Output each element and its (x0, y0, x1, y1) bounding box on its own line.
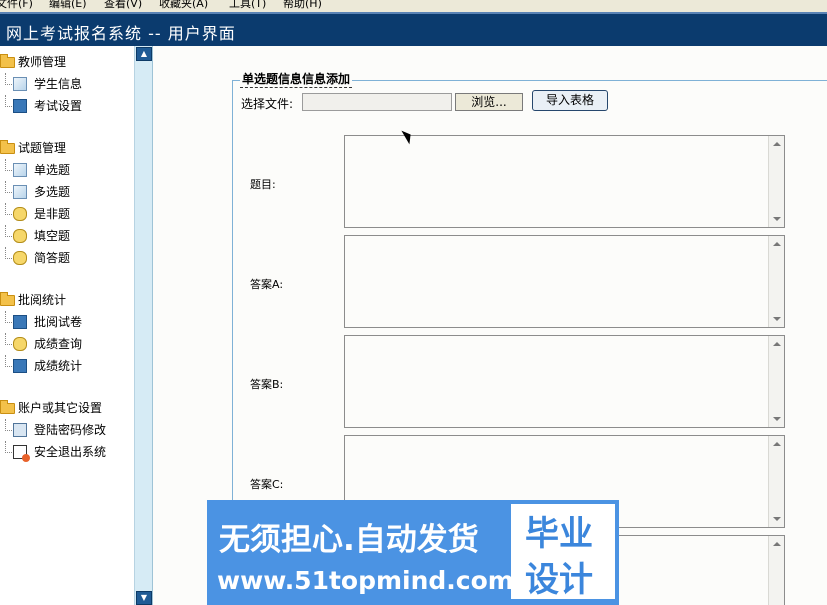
answer-a-label: 答案A: (250, 278, 284, 291)
menu-help[interactable]: 帮助(H) (283, 0, 322, 11)
file-label: 选择文件: (241, 97, 294, 111)
app-title: 网上考试报名系统 -- 用户界面 (6, 24, 236, 43)
menu-file[interactable]: 文件(F) (0, 0, 33, 11)
sidebar-item-exam-settings[interactable]: 考试设置 (0, 95, 82, 117)
textarea-scrollbar[interactable] (768, 536, 784, 605)
textarea-scrollbar[interactable] (768, 236, 784, 327)
sidebar-group-teacher: 教师管理 学生信息 考试设置 (0, 51, 82, 117)
note-icon (13, 251, 27, 265)
sidebar-group-title[interactable]: 批阅统计 (0, 289, 82, 311)
scroll-up-arrow-icon[interactable] (773, 342, 781, 346)
answer-b-textarea[interactable] (344, 335, 785, 428)
exit-icon (13, 445, 30, 462)
sidebar-group-questions: 试题管理 单选题 多选题 是非题 填空题 简答题 (0, 137, 70, 269)
question-label: 题目: (250, 178, 276, 191)
search-note-icon (13, 337, 27, 351)
scroll-down-arrow-icon[interactable] (773, 317, 781, 321)
menu-tools[interactable]: 工具(T) (229, 0, 266, 11)
sidebar: 教师管理 学生信息 考试设置 试题管理 单选题 多选题 是非题 填空题 简答题 … (0, 46, 153, 605)
sidebar-item-score-query[interactable]: 成绩查询 (0, 333, 82, 355)
answer-b-label: 答案B: (250, 378, 284, 391)
monitor-icon (13, 315, 27, 329)
sidebar-item-true-false[interactable]: 是非题 (0, 203, 70, 225)
document-icon (13, 163, 27, 177)
watermark-url: www.51topmind.com (217, 566, 514, 595)
scroll-up-button[interactable]: ▲ (136, 47, 152, 61)
textarea-scrollbar[interactable] (768, 436, 784, 527)
folder-icon (0, 54, 15, 68)
note-icon (13, 229, 27, 243)
sidebar-item-change-password[interactable]: 登陆密码修改 (0, 419, 106, 441)
scroll-up-arrow-icon[interactable] (773, 142, 781, 146)
sidebar-scrollbar[interactable]: ▲ ▼ (134, 46, 152, 605)
textarea-scrollbar[interactable] (768, 336, 784, 427)
sidebar-item-short-answer[interactable]: 简答题 (0, 247, 70, 269)
document-icon (13, 77, 27, 91)
scroll-down-arrow-icon[interactable] (773, 417, 781, 421)
sidebar-item-fill-blank[interactable]: 填空题 (0, 225, 70, 247)
folder-icon (0, 292, 15, 306)
menu-bar: 文件(F) 编辑(E) 查看(V) 收藏夹(A) 工具(T) 帮助(H) (0, 0, 827, 12)
lock-icon (13, 423, 27, 437)
sidebar-group-title[interactable]: 试题管理 (0, 137, 70, 159)
sidebar-item-student-info[interactable]: 学生信息 (0, 73, 82, 95)
watermark-slogan: 无须担心.自动发货 (219, 522, 479, 558)
watermark-badge: 毕业 设计 (511, 504, 615, 600)
watermark-badge-top: 毕业 (525, 514, 593, 554)
sidebar-item-score-stats[interactable]: 成绩统计 (0, 355, 82, 377)
browse-button[interactable]: 浏览... (455, 93, 523, 111)
monitor-icon (13, 99, 27, 113)
sidebar-item-single-choice[interactable]: 单选题 (0, 159, 70, 181)
form-legend: 单选题信息信息添加 (240, 72, 353, 88)
menu-view[interactable]: 查看(V) (104, 0, 142, 11)
answer-a-textarea[interactable] (344, 235, 785, 328)
sidebar-group-account: 账户或其它设置 登陆密码修改 安全退出系统 (0, 397, 106, 463)
menu-favorites[interactable]: 收藏夹(A) (159, 0, 208, 11)
watermark-banner: 无须担心.自动发货 www.51topmind.com 毕业 设计 (207, 500, 619, 605)
file-input[interactable] (302, 93, 452, 111)
scroll-down-arrow-icon[interactable] (773, 217, 781, 221)
app-header: 网上考试报名系统 -- 用户界面 (0, 12, 827, 46)
watermark-badge-bottom: 设计 (525, 560, 593, 600)
sidebar-group-grading: 批阅统计 批阅试卷 成绩查询 成绩统计 (0, 289, 82, 377)
sidebar-item-logout[interactable]: 安全退出系统 (0, 441, 106, 463)
folder-icon (0, 140, 15, 154)
sidebar-item-grade-papers[interactable]: 批阅试卷 (0, 311, 82, 333)
import-table-button[interactable]: 导入表格 (532, 90, 608, 111)
folder-icon (0, 400, 15, 414)
scroll-up-arrow-icon[interactable] (773, 542, 781, 546)
sidebar-group-title[interactable]: 教师管理 (0, 51, 82, 73)
scroll-up-arrow-icon[interactable] (773, 442, 781, 446)
sidebar-item-multiple-choice[interactable]: 多选题 (0, 181, 70, 203)
textarea-scrollbar[interactable] (768, 136, 784, 227)
scroll-up-arrow-icon[interactable] (773, 242, 781, 246)
note-icon (13, 207, 27, 221)
sidebar-group-title[interactable]: 账户或其它设置 (0, 397, 106, 419)
menu-edit[interactable]: 编辑(E) (49, 0, 87, 11)
monitor-icon (13, 359, 27, 373)
question-textarea[interactable] (344, 135, 785, 228)
document-icon (13, 185, 27, 199)
scroll-down-button[interactable]: ▼ (136, 591, 152, 605)
answer-c-label: 答案C: (250, 478, 284, 491)
scroll-down-arrow-icon[interactable] (773, 517, 781, 521)
